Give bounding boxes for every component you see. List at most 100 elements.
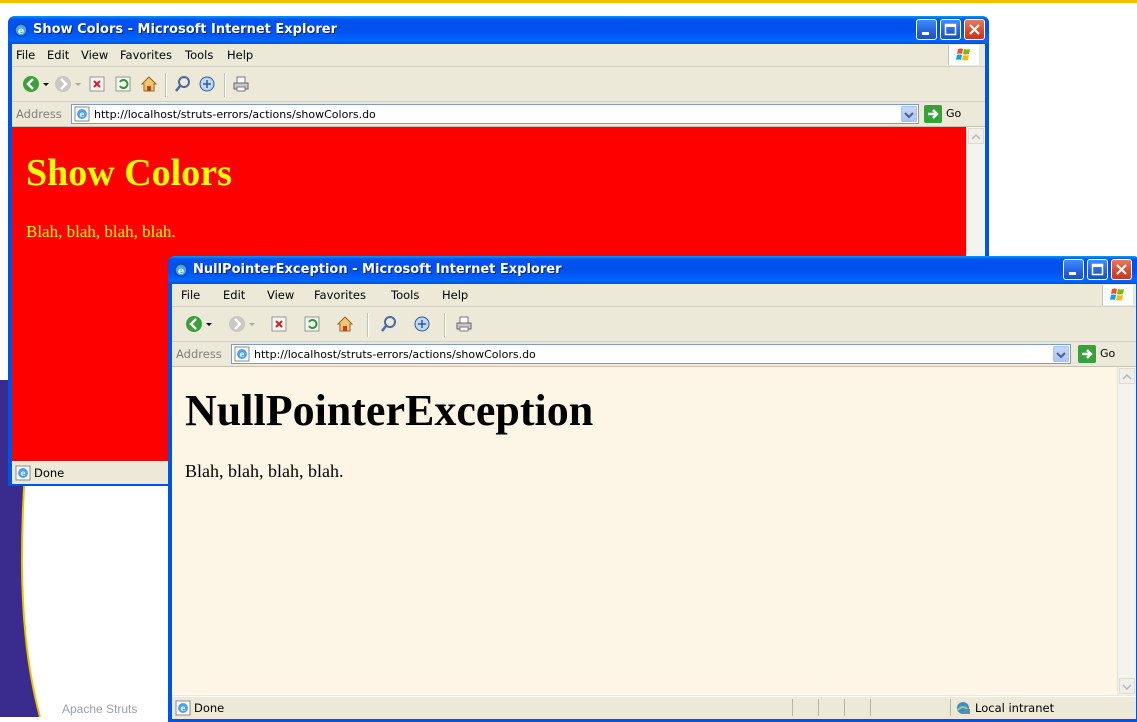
menu-bar: File Edit View Favorites Tools Help [12, 44, 985, 67]
titlebar[interactable]: e NullPointerException - Microsoft Inter… [168, 256, 1137, 284]
stop-icon[interactable] [88, 75, 106, 93]
menu-file[interactable]: File [16, 48, 35, 62]
search-icon[interactable] [174, 75, 192, 93]
ie-page-icon: e [74, 106, 90, 122]
ie-page-icon: e [234, 346, 250, 362]
window-null-pointer-exception: e NullPointerException - Microsoft Inter… [168, 256, 1137, 722]
maximize-icon [944, 23, 957, 36]
ie-icon: e [14, 23, 28, 37]
close-icon [969, 24, 980, 35]
scroll-up-button[interactable] [1119, 368, 1135, 384]
windows-flag-icon [956, 48, 970, 61]
status-bar: e Done Local intranet [172, 696, 1136, 719]
window-title: NullPointerException - Microsoft Interne… [193, 262, 562, 277]
page-viewport: NullPointerException Blah, blah, blah, b… [172, 367, 1136, 695]
address-label: Address [176, 347, 222, 361]
address-url: http://localhost/struts-errors/actions/s… [254, 348, 536, 361]
toolbar [172, 307, 1136, 342]
minimize-button[interactable] [916, 19, 937, 40]
ie-page-icon: e [175, 700, 191, 716]
forward-icon[interactable] [54, 75, 72, 93]
window-title: Show Colors - Microsoft Internet Explore… [33, 22, 337, 37]
menu-tools[interactable]: Tools [391, 288, 419, 302]
menu-tools[interactable]: Tools [185, 48, 213, 62]
home-icon[interactable] [336, 315, 354, 333]
svg-text:e: e [20, 468, 25, 478]
menu-help[interactable]: Help [227, 48, 253, 62]
print-icon[interactable] [232, 75, 250, 93]
address-input[interactable]: e http://localhost/struts-errors/actions… [71, 104, 919, 124]
status-text: Done [34, 466, 65, 480]
maximize-icon [1091, 263, 1104, 276]
zone-pane: Local intranet [950, 699, 1121, 716]
maximize-button[interactable] [1087, 259, 1108, 280]
minimize-button[interactable] [1063, 259, 1084, 280]
menu-bar: File Edit View Favorites Tools Help [172, 284, 1136, 307]
ie-icon: e [174, 263, 188, 277]
menu-edit[interactable]: Edit [223, 288, 245, 302]
status-pane [844, 699, 869, 716]
menu-file[interactable]: File [181, 288, 200, 302]
go-arrow-icon [924, 105, 942, 123]
home-icon[interactable] [140, 75, 158, 93]
go-button[interactable]: Go [924, 105, 968, 123]
go-label: Go [946, 107, 962, 120]
refresh-icon[interactable] [114, 75, 132, 93]
refresh-icon[interactable] [303, 315, 321, 333]
minimize-icon [922, 32, 929, 35]
menu-help[interactable]: Help [442, 288, 468, 302]
address-bar: Address e http://localhost/struts-errors… [12, 102, 985, 127]
chevron-up-icon [971, 133, 981, 140]
chevron-down-icon [1122, 684, 1132, 691]
back-icon[interactable] [22, 75, 40, 93]
address-dropdown-button[interactable] [1053, 346, 1069, 362]
svg-text:e: e [79, 109, 84, 119]
chevron-down-icon [1056, 352, 1066, 359]
menu-view[interactable]: View [81, 48, 108, 62]
scroll-up-button[interactable] [968, 128, 984, 144]
address-input[interactable]: e http://localhost/struts-errors/actions… [231, 344, 1071, 364]
search-icon[interactable] [380, 315, 398, 333]
toolbar-separator [224, 73, 226, 97]
go-button[interactable]: Go [1078, 345, 1122, 363]
stop-icon[interactable] [270, 315, 288, 333]
menu-favorites[interactable]: Favorites [120, 48, 172, 62]
toolbar-separator [444, 313, 446, 337]
toolbar-separator [165, 73, 167, 97]
toolbar-separator [367, 313, 369, 337]
svg-text:e: e [178, 266, 184, 277]
svg-text:e: e [239, 349, 244, 359]
vertical-scrollbar[interactable] [1117, 367, 1136, 695]
status-pane [870, 699, 895, 716]
window-client: File Edit View Favorites Tools Help Addr… [172, 284, 1136, 719]
print-icon[interactable] [455, 315, 473, 333]
menu-edit[interactable]: Edit [47, 48, 69, 62]
status-pane [818, 699, 843, 716]
address-url: http://localhost/struts-errors/actions/s… [94, 108, 376, 121]
scroll-down-button[interactable] [1119, 678, 1135, 694]
menu-favorites[interactable]: Favorites [314, 288, 366, 302]
menu-view[interactable]: View [267, 288, 294, 302]
go-arrow-icon [1078, 345, 1096, 363]
status-pane [792, 699, 817, 716]
close-icon [1116, 264, 1127, 275]
titlebar[interactable]: e Show Colors - Microsoft Internet Explo… [8, 16, 989, 44]
close-button[interactable] [964, 19, 985, 40]
address-dropdown-button[interactable] [901, 106, 917, 122]
favorites-icon[interactable] [413, 315, 431, 333]
page-heading: Show Colors [26, 152, 232, 194]
back-dropdown-icon[interactable] [205, 315, 213, 333]
local-intranet-icon [957, 702, 970, 714]
windows-flag-icon [1110, 288, 1124, 301]
close-button[interactable] [1111, 259, 1132, 280]
address-label: Address [16, 107, 62, 121]
forward-dropdown-icon[interactable] [74, 75, 82, 93]
back-icon[interactable] [185, 315, 203, 333]
forward-icon[interactable] [228, 315, 246, 333]
back-dropdown-icon[interactable] [42, 75, 50, 93]
chevron-up-icon [1122, 373, 1132, 380]
forward-dropdown-icon[interactable] [248, 315, 256, 333]
favorites-icon[interactable] [198, 75, 216, 93]
windows-logo [948, 45, 979, 65]
maximize-button[interactable] [940, 19, 961, 40]
